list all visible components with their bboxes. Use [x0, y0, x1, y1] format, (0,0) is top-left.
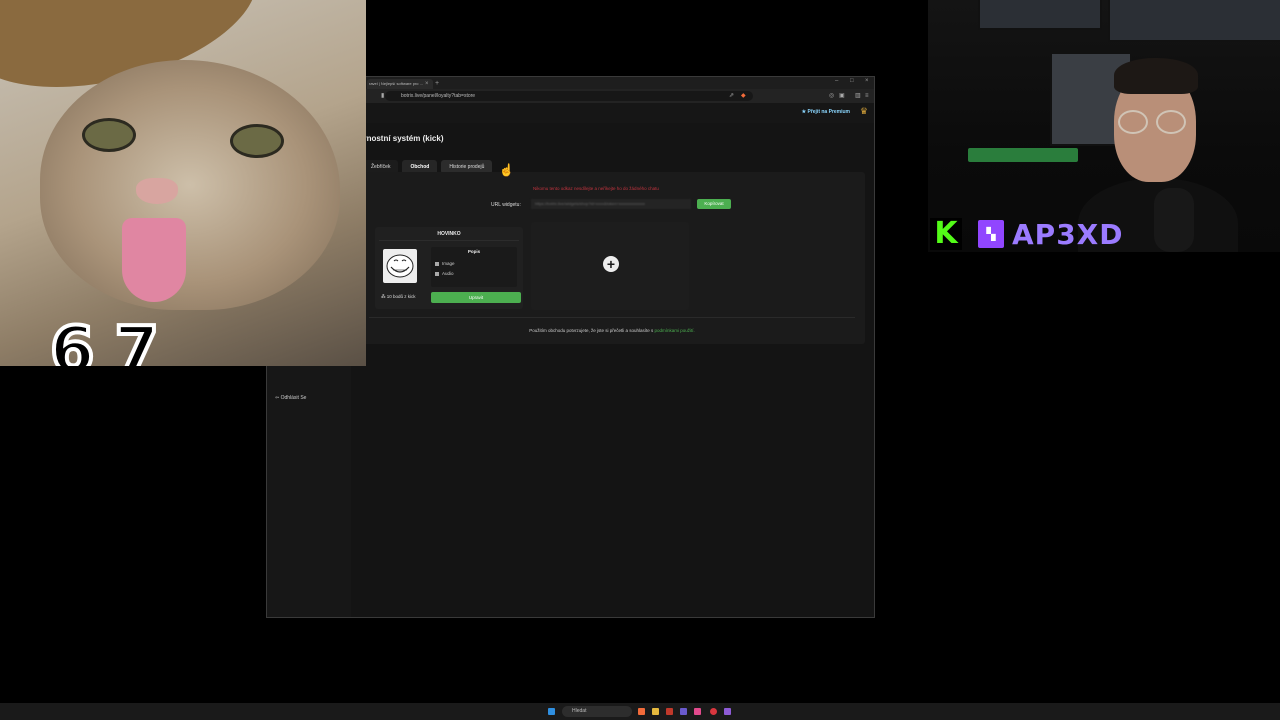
sticker-text: 67	[48, 312, 180, 366]
logout-button[interactable]: ⇦ Odhlásit Se	[275, 395, 306, 401]
add-item-card[interactable]: +	[531, 222, 689, 310]
app-topbar: ★ Přejít na Premium ♛	[351, 103, 874, 123]
cat-right-eye	[230, 124, 284, 158]
share-icon[interactable]: ⇗	[729, 91, 734, 101]
widget-url-label: URL widgetu:	[491, 202, 521, 208]
copy-button[interactable]: Kopírovat	[697, 199, 731, 209]
page-title: ěrnostní systém (kick)	[359, 134, 444, 143]
image-label: Image	[442, 261, 455, 266]
premium-link[interactable]: ★ Přejít na Premium	[802, 109, 850, 115]
channel-name: AP3XD	[1012, 218, 1124, 251]
add-icon[interactable]: +	[603, 256, 619, 272]
windows-start-icon[interactable]	[548, 708, 555, 715]
glasses-left	[1118, 110, 1148, 134]
page-tabs: Žebříček Obchod Historie prodejů	[363, 155, 496, 175]
image-icon	[435, 261, 439, 266]
logout-label: Odhlásit Se	[280, 395, 307, 401]
twitch-logo-icon: ▚	[978, 220, 1004, 248]
streamer-hair	[1114, 58, 1198, 94]
wallet-icon[interactable]: ▣	[839, 91, 845, 101]
app-icon[interactable]	[710, 708, 717, 715]
app-icon[interactable]	[666, 708, 673, 715]
item-details: Popis Image Audio	[431, 247, 517, 287]
cat-left-eye	[82, 118, 136, 152]
price-label: 10 bodů z kick	[386, 294, 416, 299]
cat-meme-overlay: 67	[0, 0, 366, 366]
crown-icon[interactable]: ♛	[860, 106, 868, 117]
webcam-overlay: K ▚ AP3XD	[928, 0, 1280, 252]
background-monitor	[1108, 0, 1280, 42]
hand-cursor-icon: ☝	[499, 163, 514, 177]
terms-link[interactable]: podmínkami použití.	[655, 328, 695, 333]
glasses-right	[1156, 110, 1186, 134]
cat-head	[40, 60, 340, 310]
item-thumbnail	[383, 249, 417, 283]
edit-button[interactable]: Upravit	[431, 292, 521, 303]
app-icon[interactable]	[694, 708, 701, 715]
brave-shield-icon[interactable]: ◆	[741, 91, 746, 101]
card-divider	[379, 240, 519, 241]
cat-nose	[136, 178, 178, 204]
item-price: ⁂ 10 bodů z kick	[381, 294, 416, 300]
bookmark-icon[interactable]: ▮	[381, 91, 384, 101]
store-panel: Nikomu tento odkaz nesdílejte a neříkejt…	[359, 172, 865, 344]
minimize-icon[interactable]: –	[835, 78, 838, 84]
microphone	[1154, 188, 1194, 252]
panel-divider	[369, 317, 855, 318]
address-bar[interactable]: botrix.live/panel/loyalty?tab=store	[385, 91, 753, 101]
sidebar-toggle-icon[interactable]: ▥	[855, 91, 861, 101]
cat-tongue	[122, 218, 186, 302]
background-monitor	[978, 0, 1102, 30]
file-explorer-icon[interactable]	[652, 708, 659, 715]
brave-icon[interactable]	[638, 708, 645, 715]
maximize-icon[interactable]: □	[850, 78, 854, 84]
terms-sentence: Použitím obchodu potvrzujete, že jste si…	[529, 328, 655, 333]
browser-tab[interactable]: ravel | Nejlepší software pro ...	[367, 79, 433, 89]
tab-close-icon[interactable]: ×	[425, 79, 429, 89]
trollface-icon	[386, 254, 414, 278]
audio-icon	[435, 271, 439, 276]
premium-label: Přejít na Premium	[807, 109, 850, 115]
taskbar-search[interactable]: Hledat	[562, 706, 632, 717]
audio-label: Audio	[442, 271, 454, 276]
image-item: Image	[435, 261, 455, 266]
new-tab-icon[interactable]: +	[435, 79, 439, 89]
app-icon[interactable]	[724, 708, 731, 715]
audio-item: Audio	[435, 271, 454, 276]
warning-text: Nikomu tento odkaz nesdílejte a neříkejt…	[533, 186, 659, 191]
item-title: HOVINKO	[437, 231, 461, 237]
description-label: Popis	[467, 249, 481, 254]
taskbar: Hledat	[0, 703, 1280, 720]
menu-icon[interactable]: ≡	[865, 91, 869, 101]
widget-url-field[interactable]: https://botrix.live/widgets/shop?id=xxxx…	[531, 199, 691, 209]
terms-text: Použitím obchodu potvrzujete, že jste si…	[359, 328, 865, 333]
green-light	[968, 148, 1078, 162]
app-icon[interactable]	[680, 708, 687, 715]
store-item-card: HOVINKO Popis Image Audio ⁂ 10 bodů z ki…	[375, 227, 523, 309]
close-window-icon[interactable]: ×	[865, 78, 869, 84]
kick-logo-icon: K	[930, 218, 962, 250]
extensions-icon[interactable]: ◎	[829, 91, 834, 101]
